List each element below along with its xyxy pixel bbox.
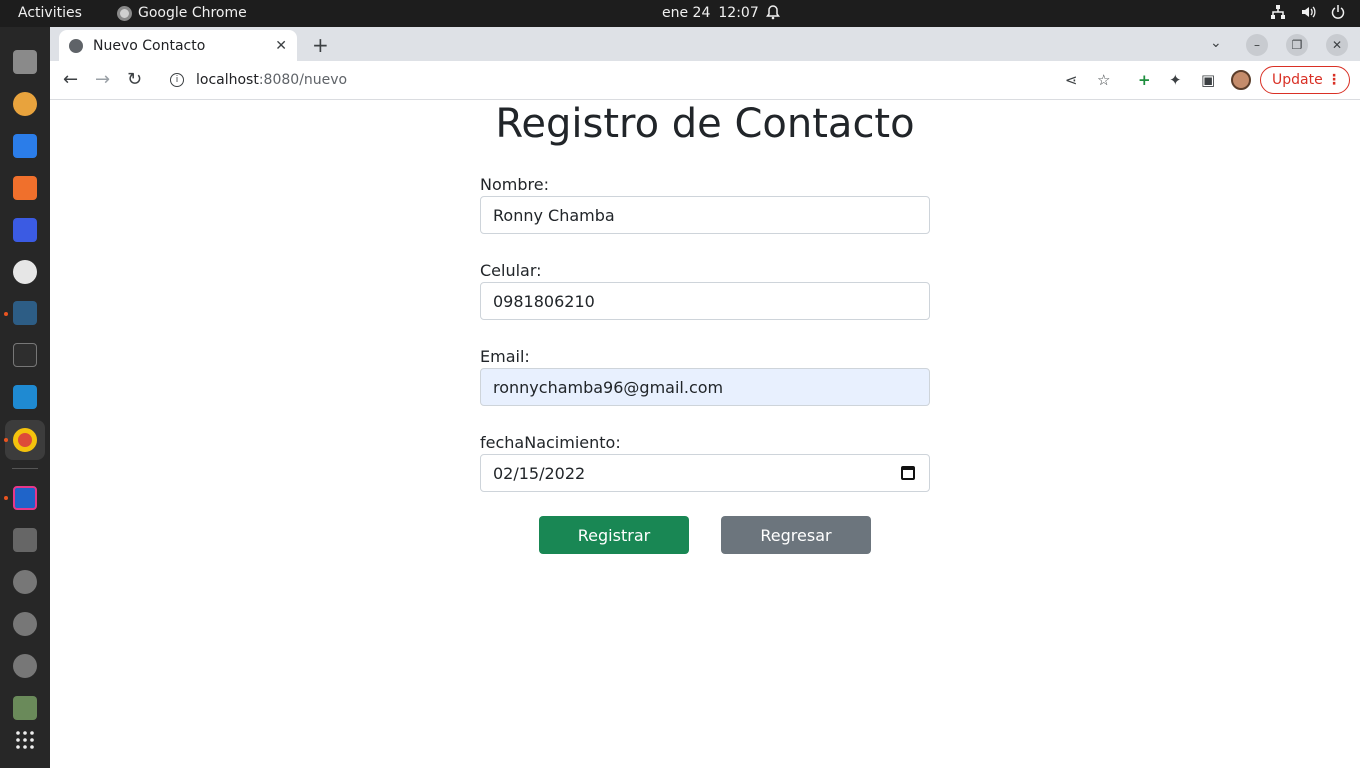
fecha-nacimiento-value: 02/15/2022 xyxy=(493,463,586,483)
volume-icon xyxy=(1302,6,1316,18)
rhythmbox-icon[interactable] xyxy=(13,92,37,116)
share-icon[interactable]: ⋖ xyxy=(1065,71,1078,89)
tab-nuevo-contacto[interactable]: Nuevo Contacto ✕ xyxy=(59,30,297,61)
celular-input[interactable]: 0981806210 xyxy=(480,282,930,320)
tab-strip: Nuevo Contacto ✕ + ⌄ – ❐ ✕ xyxy=(50,27,1360,61)
registrar-button[interactable]: Registrar xyxy=(539,516,689,554)
close-window-icon[interactable]: ✕ xyxy=(1326,34,1348,56)
fecha-nacimiento-label: fechaNacimiento: xyxy=(480,433,621,452)
system-tray[interactable] xyxy=(1270,4,1346,20)
show-apps-icon[interactable] xyxy=(13,728,37,752)
email-label: Email: xyxy=(480,347,530,366)
bookmark-star-icon[interactable]: ☆ xyxy=(1097,71,1110,89)
update-label: Update xyxy=(1272,72,1323,88)
fecha-nacimiento-input[interactable]: 02/15/2022 xyxy=(480,454,930,492)
nombre-label: Nombre: xyxy=(480,175,549,194)
intellij-running-icon[interactable] xyxy=(13,486,37,510)
app-menu[interactable]: Google Chrome xyxy=(117,5,247,21)
page-title: Registro de Contacto xyxy=(495,101,915,147)
dock-separator xyxy=(12,468,38,469)
chrome-icon xyxy=(117,5,132,21)
email-value: ronnychamba96@gmail.com xyxy=(493,377,724,397)
update-button[interactable]: Update ⋮ xyxy=(1260,66,1350,94)
page-content: Registro de Contacto Nombre: Ronny Chamb… xyxy=(50,100,1360,768)
nombre-input[interactable]: Ronny Chamba xyxy=(480,196,930,234)
clock[interactable]: ene 24 12:07 xyxy=(662,5,759,21)
tab-title: Nuevo Contacto xyxy=(93,37,206,54)
close-tab-icon[interactable]: ✕ xyxy=(275,38,287,54)
url-path: :8080/nuevo xyxy=(258,72,348,88)
forward-arrow-icon[interactable]: → xyxy=(95,69,110,90)
terminal-icon[interactable] xyxy=(13,343,37,367)
minimize-icon[interactable]: – xyxy=(1246,34,1268,56)
disk-icon[interactable] xyxy=(13,612,37,636)
writer-icon[interactable] xyxy=(13,134,37,158)
wps-icon[interactable] xyxy=(13,260,37,284)
celular-value: 0981806210 xyxy=(493,291,595,311)
restore-icon[interactable]: ❐ xyxy=(1286,34,1308,56)
globe-icon xyxy=(69,38,83,53)
power-icon xyxy=(1331,5,1345,19)
calendar-icon[interactable] xyxy=(901,466,915,480)
vscode-icon[interactable] xyxy=(13,385,37,409)
app-menu-label: Google Chrome xyxy=(138,5,247,21)
mysql-workbench-icon[interactable] xyxy=(13,301,37,325)
chrome-icon[interactable] xyxy=(13,428,37,452)
system-top-bar: Activities Google Chrome ene 24 12:07 xyxy=(0,0,1360,27)
files-icon[interactable] xyxy=(13,50,37,74)
kebab-menu-icon: ⋮ xyxy=(1327,72,1341,88)
software-store-icon[interactable] xyxy=(13,176,37,200)
browser-toolbar: ← → ↻ i localhost:8080/nuevo ⋖ ☆ + ✦ ▣ U… xyxy=(50,61,1360,100)
profile-avatar[interactable] xyxy=(1231,70,1251,90)
celular-label: Celular: xyxy=(480,261,542,280)
running-indicator xyxy=(4,496,8,500)
clock-date: ene 24 xyxy=(662,5,711,21)
usb-drive-icon[interactable] xyxy=(13,528,37,552)
regresar-button[interactable]: Regresar xyxy=(721,516,871,554)
bell-icon[interactable] xyxy=(765,4,781,24)
clock-time: 12:07 xyxy=(718,5,759,21)
nombre-value: Ronny Chamba xyxy=(493,205,615,225)
url-host: localhost xyxy=(196,72,259,88)
reload-icon[interactable]: ↻ xyxy=(127,69,142,90)
chevron-down-icon[interactable]: ⌄ xyxy=(1210,35,1222,51)
side-panel-icon[interactable]: ▣ xyxy=(1201,71,1215,89)
dock xyxy=(0,27,50,768)
intellij-icon[interactable] xyxy=(13,218,37,242)
extensions-puzzle-icon[interactable]: ✦ xyxy=(1169,71,1182,89)
disk-icon[interactable] xyxy=(13,654,37,678)
site-info-icon[interactable]: i xyxy=(170,73,184,87)
network-icon xyxy=(1271,5,1285,19)
address-bar[interactable]: i localhost:8080/nuevo xyxy=(158,65,1078,95)
disk-icon[interactable] xyxy=(13,570,37,594)
running-indicator xyxy=(4,312,8,316)
activities-button[interactable]: Activities xyxy=(18,5,82,21)
extension-plus-icon[interactable]: + xyxy=(1138,71,1151,89)
new-tab-icon[interactable]: + xyxy=(312,33,329,57)
running-indicator xyxy=(4,438,8,442)
email-input[interactable]: ronnychamba96@gmail.com xyxy=(480,368,930,406)
back-arrow-icon[interactable]: ← xyxy=(63,69,78,90)
trash-icon[interactable] xyxy=(13,696,37,720)
